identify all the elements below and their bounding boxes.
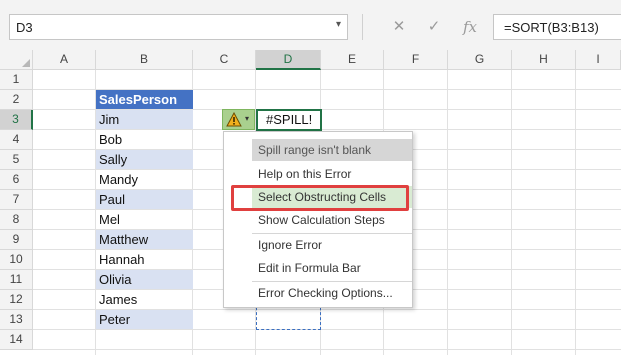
menu-item-ignore-error[interactable]: Ignore Error bbox=[252, 234, 412, 256]
column-header-b[interactable]: B bbox=[96, 50, 193, 70]
menu-gutter bbox=[224, 132, 252, 307]
table-cell[interactable]: Olivia bbox=[96, 270, 193, 289]
formula-bar-separator bbox=[362, 14, 363, 40]
menu-item-help-on-error[interactable]: Help on this Error bbox=[252, 163, 412, 185]
row-header-1[interactable]: 1 bbox=[0, 70, 33, 90]
column-header-a[interactable]: A bbox=[33, 50, 96, 70]
table-cell[interactable]: Hannah bbox=[96, 250, 193, 269]
table-cell[interactable]: Peter bbox=[96, 310, 193, 329]
column-header-d[interactable]: D bbox=[256, 50, 321, 70]
row-header-6[interactable]: 6 bbox=[0, 170, 33, 190]
gridline bbox=[33, 329, 621, 330]
row-header-12[interactable]: 12 bbox=[0, 290, 33, 310]
gridline bbox=[575, 70, 576, 355]
highlight-box bbox=[231, 185, 409, 211]
menu-item-edit-in-formula-bar[interactable]: Edit in Formula Bar bbox=[252, 257, 412, 279]
column-header-f[interactable]: F bbox=[384, 50, 448, 70]
table-cell[interactable]: Sally bbox=[96, 150, 193, 169]
table-cell[interactable]: Bob bbox=[96, 130, 193, 149]
row-header-2[interactable]: 2 bbox=[0, 90, 33, 110]
row-header-11[interactable]: 11 bbox=[0, 270, 33, 290]
table-cell[interactable]: James bbox=[96, 290, 193, 309]
enter-icon[interactable]: ✓ bbox=[422, 15, 446, 39]
select-all-button[interactable] bbox=[0, 50, 33, 70]
spill-error-cell[interactable]: #SPILL! bbox=[256, 109, 322, 131]
column-header-c[interactable]: C bbox=[193, 50, 256, 70]
gridline bbox=[511, 70, 512, 355]
column-header-h[interactable]: H bbox=[512, 50, 576, 70]
table-cell[interactable]: Matthew bbox=[96, 230, 193, 249]
table-header-salesperson[interactable]: SalesPerson bbox=[96, 90, 193, 109]
warning-icon bbox=[226, 112, 242, 127]
error-context-menu: Spill range isn't blank Help on this Err… bbox=[223, 131, 413, 308]
name-box[interactable]: D3 ▾ bbox=[9, 14, 348, 40]
table-cell[interactable]: Paul bbox=[96, 190, 193, 209]
row-header-3[interactable]: 3 bbox=[0, 110, 33, 130]
formula-bar: D3 ▾ ✕ ✓ fx =SORT(B3:B13) bbox=[0, 0, 621, 50]
name-box-dropdown-icon[interactable]: ▾ bbox=[336, 19, 341, 30]
row-header-10[interactable]: 10 bbox=[0, 250, 33, 270]
formula-input[interactable]: =SORT(B3:B13) bbox=[493, 14, 621, 40]
chevron-down-icon: ▾ bbox=[245, 114, 250, 123]
error-options-button[interactable]: ▾ bbox=[222, 109, 255, 130]
column-header-e[interactable]: E bbox=[321, 50, 384, 70]
menu-item-error-checking-options[interactable]: Error Checking Options... bbox=[252, 282, 412, 304]
row-header-8[interactable]: 8 bbox=[0, 210, 33, 230]
column-header-i[interactable]: I bbox=[576, 50, 621, 70]
row-header-5[interactable]: 5 bbox=[0, 150, 33, 170]
name-box-value: D3 bbox=[16, 20, 33, 35]
cancel-icon[interactable]: ✕ bbox=[387, 15, 411, 39]
gridline bbox=[33, 349, 621, 350]
table-cell[interactable]: Mandy bbox=[96, 170, 193, 189]
row-header-14[interactable]: 14 bbox=[0, 330, 33, 350]
insert-function-button[interactable]: fx bbox=[458, 15, 482, 39]
formula-text: =SORT(B3:B13) bbox=[504, 20, 599, 35]
table-cell[interactable]: Mel bbox=[96, 210, 193, 229]
column-header-g[interactable]: G bbox=[448, 50, 512, 70]
menu-item-show-calculation-steps[interactable]: Show Calculation Steps bbox=[252, 209, 412, 231]
row-header-13[interactable]: 13 bbox=[0, 310, 33, 330]
gridline bbox=[447, 70, 448, 355]
row-header-7[interactable]: 7 bbox=[0, 190, 33, 210]
table-cell[interactable]: Jim bbox=[96, 110, 193, 129]
row-header-9[interactable]: 9 bbox=[0, 230, 33, 250]
row-header-4[interactable]: 4 bbox=[0, 130, 33, 150]
menu-title: Spill range isn't blank bbox=[252, 139, 412, 161]
